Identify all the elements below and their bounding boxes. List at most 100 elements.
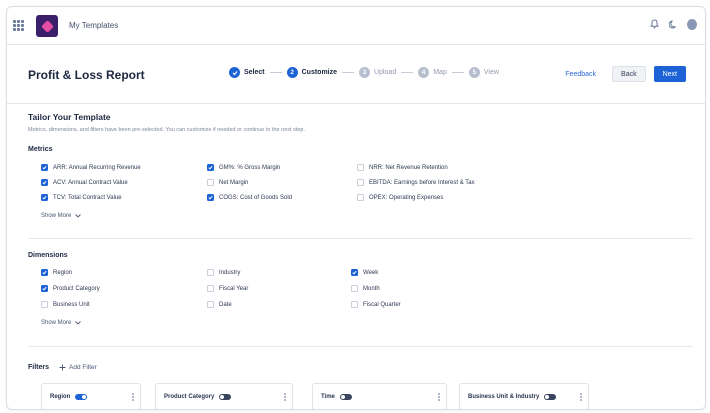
back-button[interactable]: Back	[612, 66, 646, 82]
next-button[interactable]: Next	[653, 66, 686, 82]
metric-label: ARR: Annual Recurring Revenue	[53, 164, 141, 171]
metric-checkbox[interactable]: TCV: Total Contract Value	[41, 194, 122, 201]
step-customize[interactable]: 2 Customize	[286, 67, 338, 78]
checkbox-unchecked[interactable]	[207, 269, 214, 276]
metric-label: EBITDA: Earnings before Interest & Tax	[369, 179, 475, 186]
bell-icon[interactable]	[649, 19, 659, 29]
step-upload[interactable]: 3 Upload	[359, 67, 396, 78]
filter-toggle[interactable]	[544, 393, 557, 400]
dimensions-label: Dimensions	[28, 252, 68, 259]
checkbox-unchecked[interactable]	[357, 179, 364, 186]
dimension-checkbox[interactable]: Product Category	[41, 285, 100, 292]
filter-chip-label: Region	[50, 393, 71, 400]
filter-chip-business-unit-industry[interactable]: Business Unit & Industry	[459, 383, 589, 409]
step-label: Upload	[374, 69, 397, 76]
checkbox-checked[interactable]	[41, 194, 48, 201]
metric-checkbox[interactable]: COGS: Cost of Goods Sold	[207, 194, 292, 201]
page-header: Profit & Loss Report Select 2 Customize …	[7, 45, 705, 104]
checkbox-unchecked[interactable]	[357, 164, 364, 171]
metric-label: Net Margin	[219, 179, 249, 186]
wizard-stepper: Select 2 Customize 3 Upload 4 Map 5 View	[229, 67, 499, 78]
dimension-checkbox[interactable]: Industry	[207, 269, 240, 276]
filter-chip-product-category[interactable]: Product Category	[155, 383, 293, 409]
filter-chip-label: Time	[321, 393, 335, 400]
checkbox-unchecked[interactable]	[207, 301, 214, 308]
kebab-menu-icon[interactable]	[438, 393, 440, 401]
app-logo[interactable]	[36, 15, 58, 37]
dimension-label: Week	[363, 269, 379, 276]
step-number: 3	[359, 67, 371, 78]
checkbox-checked[interactable]	[351, 269, 358, 276]
step-select[interactable]: Select	[229, 67, 265, 78]
user-avatar[interactable]	[687, 18, 697, 30]
dimensions-show-more[interactable]: Show More	[41, 320, 82, 326]
section-divider	[28, 346, 693, 347]
step-connector	[401, 72, 414, 73]
step-label: View	[483, 69, 499, 76]
step-number: 4	[418, 67, 430, 78]
metric-label: GM%: % Gross Margin	[219, 164, 281, 171]
filter-chip-region[interactable]: Region	[41, 383, 141, 409]
moon-icon[interactable]	[668, 19, 678, 29]
filter-toggle[interactable]	[219, 393, 232, 400]
checkbox-checked[interactable]	[41, 269, 48, 276]
page-title: Profit & Loss Report	[28, 68, 145, 82]
dimension-checkbox[interactable]: Fiscal Year	[207, 285, 248, 292]
kebab-menu-icon[interactable]	[132, 393, 134, 401]
metric-checkbox[interactable]: GM%: % Gross Margin	[207, 164, 280, 171]
checkbox-unchecked[interactable]	[207, 285, 214, 292]
filter-chip-time[interactable]: Time	[312, 383, 447, 409]
kebab-menu-icon[interactable]	[580, 393, 582, 401]
app-title: My Templates	[69, 21, 119, 30]
checkbox-checked[interactable]	[41, 285, 48, 292]
dimension-checkbox[interactable]: Region	[41, 269, 72, 276]
metric-checkbox[interactable]: Net Margin	[207, 179, 248, 186]
checkbox-checked[interactable]	[41, 164, 48, 171]
dimension-label: Business Unit	[53, 301, 90, 308]
filter-chip-label: Business Unit & Industry	[468, 393, 540, 400]
checkbox-unchecked[interactable]	[351, 285, 358, 292]
checkbox-unchecked[interactable]	[357, 194, 364, 201]
step-label: Customize	[301, 69, 338, 76]
checkbox-unchecked[interactable]	[207, 179, 214, 186]
step-number: 2	[286, 67, 298, 78]
metric-checkbox[interactable]: EBITDA: Earnings before Interest & Tax	[357, 179, 475, 186]
checkbox-unchecked[interactable]	[41, 301, 48, 308]
step-label: Select	[244, 69, 265, 76]
check-icon	[229, 67, 240, 78]
metric-label: TCV: Total Contract Value	[53, 194, 122, 201]
app-grid-icon[interactable]	[13, 20, 24, 31]
checkbox-unchecked[interactable]	[351, 301, 358, 308]
show-more-label: Show More	[41, 213, 72, 219]
dimension-checkbox[interactable]: Business Unit	[41, 301, 90, 308]
metric-checkbox[interactable]: OPEX: Operating Expenses	[357, 194, 443, 201]
dimension-checkbox[interactable]: Month	[351, 285, 380, 292]
metrics-label: Metrics	[28, 146, 53, 153]
step-view[interactable]: 5 View	[468, 67, 499, 78]
step-map[interactable]: 4 Map	[418, 67, 447, 78]
metric-label: NRR: Net Revenue Retention	[369, 164, 448, 171]
metric-checkbox[interactable]: ARR: Annual Recurring Revenue	[41, 164, 141, 171]
step-connector	[269, 72, 282, 73]
dimension-checkbox[interactable]: Week	[351, 269, 378, 276]
dimension-label: Fiscal Quarter	[363, 301, 401, 308]
metric-checkbox[interactable]: ACV: Annual Contract Value	[41, 179, 128, 186]
dimension-checkbox[interactable]: Fiscal Quarter	[351, 301, 401, 308]
dimension-label: Month	[363, 285, 380, 292]
metrics-show-more[interactable]: Show More	[41, 213, 82, 219]
metric-checkbox[interactable]: NRR: Net Revenue Retention	[357, 164, 448, 171]
checkbox-checked[interactable]	[207, 194, 214, 201]
filter-toggle[interactable]	[75, 393, 88, 400]
step-label: Map	[433, 69, 447, 76]
checkbox-checked[interactable]	[41, 179, 48, 186]
checkbox-checked[interactable]	[207, 164, 214, 171]
feedback-link[interactable]: Feedback	[565, 71, 596, 78]
dimension-label: Region	[53, 269, 73, 276]
app-window: My Templates Profit & Loss Report Select…	[6, 6, 706, 410]
filter-toggle[interactable]	[339, 393, 352, 400]
metric-label: ACV: Annual Contract Value	[53, 179, 128, 186]
metric-label: OPEX: Operating Expenses	[369, 194, 444, 201]
dimension-checkbox[interactable]: Date	[207, 301, 232, 308]
add-filter-button[interactable]: Add Filter	[59, 364, 97, 371]
kebab-menu-icon[interactable]	[284, 393, 286, 401]
